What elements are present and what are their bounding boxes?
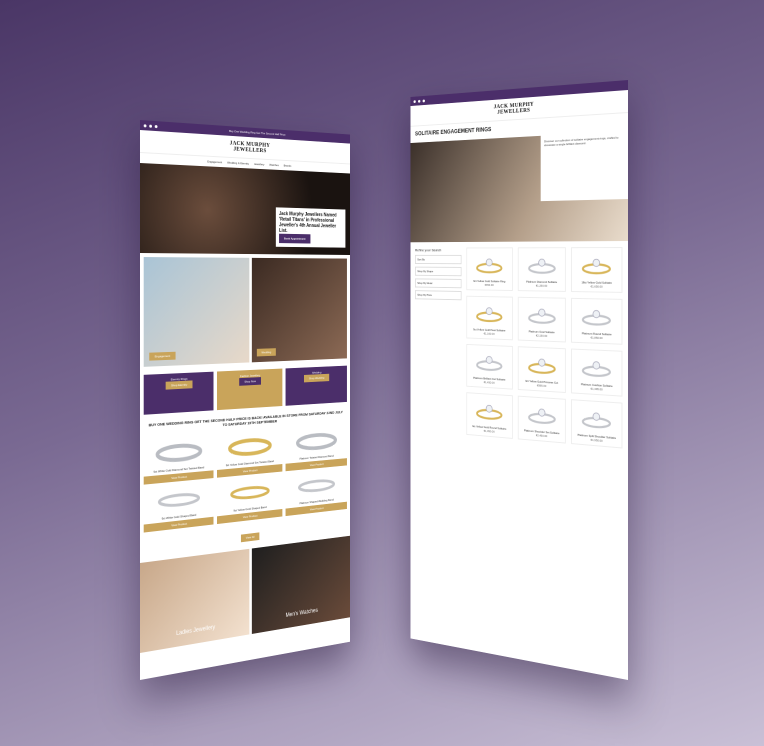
product-price: €1,250.00 (535, 283, 548, 288)
ring-image (521, 400, 563, 432)
product-grid: 9ct Yellow Gold Solitaire Ring €950.00 Pla… (466, 247, 623, 449)
product-card[interactable]: Platinum Brilliant Cut Solitaire €1,450.0… (466, 343, 513, 390)
category-description: Discover our collection of solitaire eng… (540, 131, 628, 202)
category-body: Refine your Search Sort By Shop By Shape… (410, 241, 628, 455)
product-price: €950.00 (484, 283, 494, 287)
twitter-icon[interactable] (149, 124, 152, 128)
ring-image (470, 300, 510, 329)
ring-image (470, 251, 510, 279)
product-card[interactable]: 9ct Yellow Gold Pear Solitaire €1,100.00 (466, 295, 513, 341)
ring-image (575, 302, 619, 333)
product-card[interactable]: 9ct Yellow Gold Princess Cut €995.00 (517, 346, 567, 394)
ring-image (575, 353, 619, 385)
engagement-button[interactable]: Engagement (149, 351, 176, 361)
category-hero: Discover our collection of solitaire eng… (410, 131, 628, 243)
ring-image (217, 430, 282, 464)
product-card[interactable]: 9ct White Gold Diamond Set Twisted Band … (143, 435, 214, 485)
product-price: €1,650.00 (590, 284, 603, 289)
filters-title: Refine your Search (415, 247, 442, 253)
product-card[interactable]: 9ct Yellow Gold Diamond Set Twisted Band… (216, 430, 283, 478)
category-page-screenshot: JACK MURPHY JEWELLERS SOLITAIRE ENGAGEME… (410, 80, 628, 680)
product-card[interactable]: 9ct Yellow Gold Shaped Band View Product (216, 475, 283, 525)
logo[interactable]: JACK MURPHY JEWELLERS (230, 141, 270, 155)
fashion-card: Fashion Jewellery Shop Now (216, 368, 283, 411)
engagement-photo[interactable]: Engagement (143, 257, 249, 367)
product-price: €2,150.00 (535, 333, 548, 338)
hero-banner: Jack Murphy Jewellers Named 'Retail Tita… (140, 163, 350, 255)
ring-image (521, 350, 563, 381)
filter-price[interactable]: Shop By Price (415, 290, 462, 301)
product-card[interactable]: Platinum Shaped Wedding Band View Produc… (285, 469, 347, 517)
product-card[interactable]: Platinum Round Solitaire €1,850.00 (571, 297, 623, 345)
product-card[interactable]: 9ct Yellow Gold Round Solitaire €1,050.00 (466, 392, 513, 439)
product-price: €1,850.00 (590, 335, 603, 341)
product-card[interactable]: 18ct Yellow Gold Solitaire €1,650.00 (571, 247, 623, 293)
hero-text: Jack Murphy Jewellers Named 'Retail Tita… (275, 207, 346, 248)
wedding-card: Wedding Shop Wedding (285, 365, 347, 406)
filters-sidebar: Refine your Search Sort By Shop By Shape… (415, 248, 462, 435)
book-appointment-button[interactable]: Book Appointment (279, 233, 311, 244)
nav-item[interactable]: Wedding & Eternity (227, 161, 249, 166)
ring-image (521, 251, 563, 280)
instagram-icon[interactable] (422, 99, 425, 102)
shop-fashion-button[interactable]: Shop Now (239, 377, 261, 386)
ring-image (144, 435, 214, 470)
ladies-jewellery-banner[interactable]: Ladies Jewellery (140, 548, 249, 653)
product-card[interactable]: Platinum Diamond Solitaire €1,250.00 (517, 247, 567, 292)
eternity-card: Eternity Rings Shop Eternity (143, 371, 214, 415)
nav-item[interactable]: Engagement (207, 160, 222, 165)
wedding-button[interactable]: Wedding (256, 348, 277, 357)
ring-image (286, 425, 347, 458)
nav-item[interactable]: Jewellery (254, 162, 264, 166)
category-photos: Engagement Wedding (140, 253, 350, 371)
product-card[interactable]: Platinum Oval Solitaire €2,150.00 (517, 296, 567, 343)
product-card[interactable]: Platinum Split Shoulder Solitaire €1,950.… (571, 399, 623, 449)
shop-eternity-button[interactable]: Shop Eternity (165, 380, 193, 390)
facebook-icon[interactable] (413, 99, 416, 103)
logo[interactable]: JACK MURPHY JEWELLERS (494, 102, 534, 116)
product-card[interactable]: Platinum Twisted Diamond Band View Produ… (285, 425, 347, 472)
filter-metal[interactable]: Shop By Metal (415, 278, 462, 289)
product-card[interactable]: 9ct White Gold Shaped Band View Product (143, 482, 214, 533)
ring-image (521, 301, 563, 331)
ring-image (470, 348, 510, 378)
ring-image (575, 251, 619, 281)
twitter-icon[interactable] (418, 99, 421, 103)
facebook-icon[interactable] (143, 123, 147, 127)
wedding-photo[interactable]: Wedding (251, 257, 347, 363)
product-card[interactable]: 9ct Yellow Gold Solitaire Ring €950.00 (466, 247, 513, 291)
nav-item[interactable]: Brands (284, 164, 292, 168)
filter-shape[interactable]: Shop By Shape (415, 266, 462, 277)
view-all-button[interactable]: View All (240, 532, 260, 543)
filter-sort[interactable]: Sort By (415, 254, 462, 265)
shop-wedding-button[interactable]: Shop Wedding (304, 373, 330, 383)
ring-image (470, 396, 510, 427)
nav-item[interactable]: Watches (269, 163, 278, 167)
product-card[interactable]: Platinum Cushion Solitaire €1,395.00 (571, 348, 623, 397)
homepage-screenshot: Buy One Wedding Ring Get The Second Half… (140, 120, 350, 680)
product-card[interactable]: Platinum Shoulder Set Solitaire €2,450.00 (517, 395, 567, 444)
mens-watches-banner[interactable]: Men's Watches (251, 535, 350, 635)
ring-image (575, 403, 619, 436)
instagram-icon[interactable] (154, 124, 158, 128)
